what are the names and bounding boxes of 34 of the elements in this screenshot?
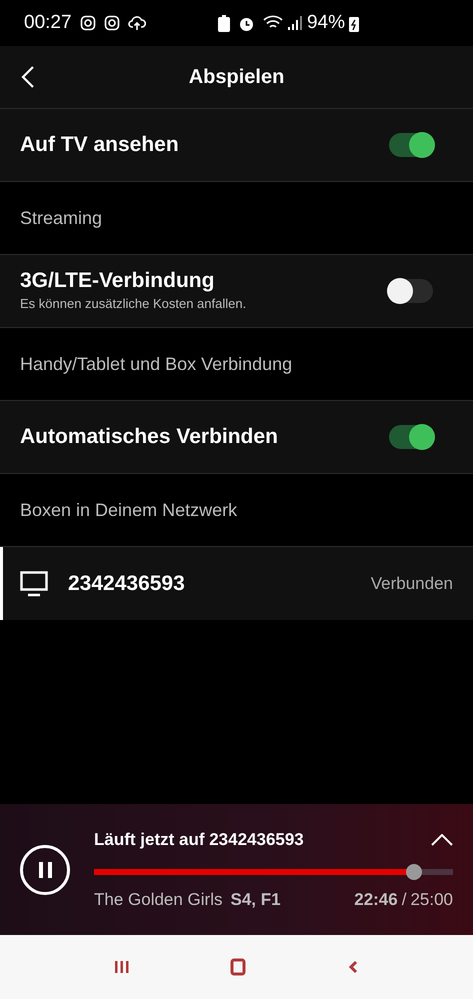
toggle-switch[interactable] bbox=[389, 133, 433, 157]
device-status: Verbunden bbox=[370, 572, 453, 595]
time-separator: / bbox=[402, 888, 406, 910]
back-icon[interactable] bbox=[348, 960, 358, 974]
section-heading: Streaming bbox=[20, 206, 102, 230]
cloud-upload-icon bbox=[128, 15, 146, 31]
section-heading: Handy/Tablet und Box Verbindung bbox=[20, 352, 292, 376]
battery-percent: 94% bbox=[306, 10, 345, 35]
total-time: 25:00 bbox=[410, 888, 453, 910]
monitor-icon bbox=[20, 570, 48, 596]
home-icon[interactable] bbox=[230, 958, 246, 976]
chevron-up-icon[interactable] bbox=[431, 834, 453, 846]
elapsed-time: 22:46 bbox=[354, 888, 398, 910]
battery-saver-icon bbox=[218, 14, 230, 32]
progress-thumb[interactable] bbox=[406, 864, 422, 880]
now-playing-title: Läuft jetzt auf 2342436593 bbox=[94, 829, 304, 851]
pause-button[interactable] bbox=[20, 844, 70, 894]
status-time: 00:27 bbox=[24, 10, 72, 35]
camera-icon bbox=[104, 15, 120, 31]
page-title: Abspielen bbox=[188, 65, 284, 90]
setting-label: 3G/LTE-Verbindung bbox=[20, 268, 216, 294]
toggle-switch[interactable] bbox=[389, 279, 433, 303]
setting-hint: Es können zusätzliche Kosten anfallen. bbox=[20, 295, 246, 314]
setting-label: Automatisches Verbinden bbox=[20, 424, 278, 450]
recent-apps-icon[interactable] bbox=[114, 961, 129, 973]
camera-icon bbox=[80, 15, 96, 31]
episode-label: S4, F1 bbox=[230, 888, 281, 910]
setting-label: Auf TV ansehen bbox=[20, 132, 179, 158]
device-name: 2342436593 bbox=[68, 570, 185, 597]
toggle-switch[interactable] bbox=[389, 425, 433, 449]
battery-charging-icon bbox=[349, 14, 359, 32]
signal-icon bbox=[286, 15, 303, 31]
section-heading: Boxen in Deinem Netzwerk bbox=[20, 498, 238, 522]
show-title: The Golden Girls bbox=[94, 888, 222, 910]
